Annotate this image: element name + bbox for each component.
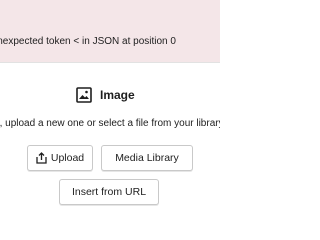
media-library-button[interactable]: Media Library <box>101 145 193 171</box>
media-library-button-label: Media Library <box>115 152 179 164</box>
placeholder-instructions: Drag an image, upload a new one or selec… <box>0 118 220 129</box>
insert-from-url-button-label: Insert from URL <box>71 186 147 198</box>
insert-from-url-button[interactable]: Insert from URL <box>59 179 159 205</box>
upload-button[interactable]: Upload <box>27 145 93 171</box>
placeholder-title: Image <box>100 88 135 102</box>
error-message: Unexpected token < in JSON at position 0 <box>0 36 176 47</box>
image-icon <box>76 87 92 103</box>
image-placeholder-label: Image <box>76 86 135 104</box>
error-notice: Unexpected token < in JSON at position 0 <box>0 0 220 62</box>
upload-icon <box>36 152 47 164</box>
upload-button-label: Upload <box>50 152 85 164</box>
divider <box>0 62 220 63</box>
